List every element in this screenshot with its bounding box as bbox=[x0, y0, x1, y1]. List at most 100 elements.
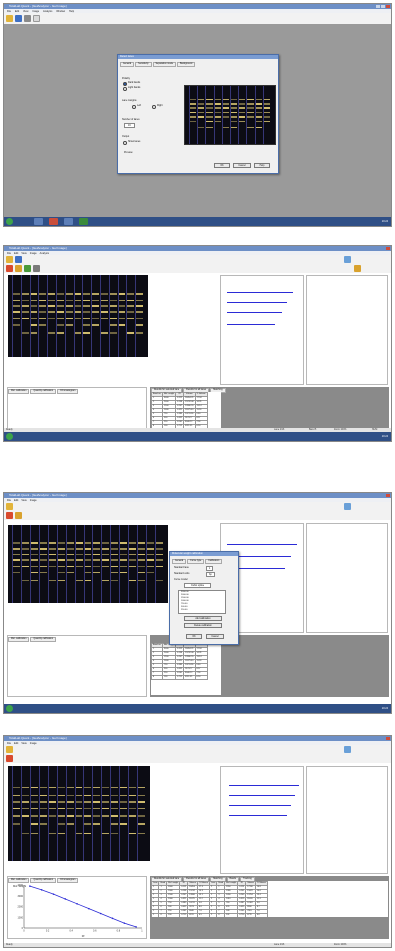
gel-band[interactable] bbox=[102, 786, 110, 789]
gel-band[interactable] bbox=[138, 807, 145, 810]
gel-lane[interactable] bbox=[189, 86, 190, 144]
gel-band[interactable] bbox=[13, 553, 20, 556]
gel-band[interactable] bbox=[111, 823, 119, 825]
gel-lane[interactable] bbox=[254, 86, 256, 144]
gel-band[interactable] bbox=[102, 801, 110, 803]
gel-band[interactable] bbox=[206, 116, 213, 118]
gel-band[interactable] bbox=[57, 553, 65, 556]
gel-band[interactable] bbox=[190, 107, 197, 109]
gel-lane[interactable] bbox=[74, 766, 76, 861]
gel-band[interactable] bbox=[109, 317, 117, 320]
gel-lane[interactable] bbox=[155, 525, 157, 603]
gel-band[interactable] bbox=[30, 311, 38, 313]
gel-band[interactable] bbox=[136, 324, 143, 326]
gel-band[interactable] bbox=[101, 332, 108, 334]
gel-band[interactable] bbox=[57, 299, 64, 302]
gel-lane[interactable] bbox=[128, 766, 130, 861]
gel-band[interactable] bbox=[222, 103, 229, 105]
gel-band[interactable] bbox=[92, 317, 99, 320]
help-icon[interactable] bbox=[33, 15, 40, 22]
gel-band[interactable] bbox=[214, 116, 221, 118]
gel-band[interactable] bbox=[129, 579, 137, 582]
gel-band[interactable] bbox=[39, 317, 47, 320]
gel-band[interactable] bbox=[255, 107, 262, 109]
tab-curve-type[interactable]: Curve type bbox=[187, 559, 205, 564]
gel-band[interactable] bbox=[109, 311, 117, 313]
gel-band[interactable] bbox=[101, 317, 108, 320]
gel-band[interactable] bbox=[93, 548, 101, 550]
gel-band[interactable] bbox=[30, 801, 38, 803]
gel-band[interactable] bbox=[138, 823, 145, 825]
gel-band[interactable] bbox=[111, 571, 119, 574]
taskbar-app-icon[interactable] bbox=[64, 218, 73, 225]
gel-band[interactable] bbox=[57, 559, 65, 561]
ok-button[interactable]: OK bbox=[186, 634, 202, 639]
gel-band[interactable] bbox=[263, 98, 270, 101]
gel-band[interactable] bbox=[75, 832, 83, 834]
gel-band[interactable] bbox=[48, 807, 56, 810]
gel-band[interactable] bbox=[57, 801, 65, 803]
taskbar-app-icon[interactable] bbox=[49, 218, 58, 225]
gel-band[interactable] bbox=[93, 571, 101, 574]
gel-band[interactable] bbox=[48, 553, 56, 556]
gel-lane[interactable] bbox=[137, 766, 139, 861]
gel-lane[interactable] bbox=[246, 86, 248, 144]
gel-band[interactable] bbox=[120, 548, 128, 550]
gel-band[interactable] bbox=[109, 305, 117, 307]
start-button[interactable] bbox=[6, 433, 13, 440]
close-button[interactable] bbox=[386, 494, 390, 497]
gel-band[interactable] bbox=[30, 823, 38, 825]
gel-band[interactable] bbox=[255, 116, 262, 118]
gel-band[interactable] bbox=[21, 801, 29, 803]
gel-band[interactable] bbox=[101, 299, 108, 302]
tab-mol-calibration[interactable]: Mol. calibration bbox=[8, 389, 30, 394]
tab-calibration[interactable]: Calibration bbox=[205, 559, 223, 564]
right-margin-radio[interactable] bbox=[152, 105, 156, 109]
column-header[interactable]: % Volume bbox=[196, 881, 210, 886]
gel-band[interactable] bbox=[65, 293, 73, 295]
gel-band[interactable] bbox=[101, 311, 108, 313]
gel-lane[interactable] bbox=[119, 525, 121, 603]
gel-band[interactable] bbox=[84, 553, 92, 556]
gel-band[interactable] bbox=[13, 794, 20, 796]
gel-band[interactable] bbox=[66, 571, 74, 574]
gel-band[interactable] bbox=[39, 786, 47, 789]
standard-lane-field[interactable]: 1 bbox=[206, 566, 214, 571]
tab-mol-calibration[interactable]: Mol. calibration bbox=[8, 637, 30, 642]
gel-band[interactable] bbox=[75, 815, 83, 817]
gel-band[interactable] bbox=[66, 786, 74, 789]
gel-band[interactable] bbox=[255, 103, 262, 105]
maximize-button[interactable] bbox=[381, 5, 385, 8]
gel-band[interactable] bbox=[21, 786, 29, 789]
gel-band[interactable] bbox=[190, 111, 197, 114]
gel-band[interactable] bbox=[48, 565, 56, 568]
gel-band[interactable] bbox=[84, 565, 92, 568]
gel-band[interactable] bbox=[263, 120, 270, 123]
gel-band[interactable] bbox=[102, 559, 110, 561]
cancel-button[interactable]: Cancel bbox=[233, 163, 251, 168]
gel-lane[interactable] bbox=[29, 766, 31, 861]
gel-lane[interactable] bbox=[12, 525, 13, 603]
gel-band[interactable] bbox=[239, 107, 246, 109]
gel-band[interactable] bbox=[66, 542, 74, 544]
gel-band[interactable] bbox=[120, 801, 128, 803]
gel-band[interactable] bbox=[198, 98, 205, 101]
gel-band[interactable] bbox=[214, 103, 221, 105]
gel-band[interactable] bbox=[93, 559, 101, 561]
gel-band[interactable] bbox=[138, 832, 145, 834]
gel-band[interactable] bbox=[84, 815, 92, 817]
gel-lane[interactable] bbox=[65, 525, 67, 603]
gel-band[interactable] bbox=[57, 565, 65, 568]
gel-band[interactable] bbox=[247, 116, 254, 118]
open-icon[interactable] bbox=[6, 503, 13, 510]
gel-band[interactable] bbox=[102, 565, 110, 568]
lane-tool-icon[interactable] bbox=[6, 512, 13, 519]
gel-band[interactable] bbox=[102, 794, 110, 796]
gel-lane[interactable] bbox=[47, 766, 49, 861]
gel-band[interactable] bbox=[129, 548, 137, 550]
gel-lane[interactable] bbox=[83, 525, 85, 603]
gel-band[interactable] bbox=[138, 571, 146, 574]
gel-lane[interactable] bbox=[110, 766, 112, 861]
table-row[interactable]: 8 100 0.712 6911.95 6.50 bbox=[151, 675, 208, 680]
gel-band[interactable] bbox=[93, 815, 101, 817]
